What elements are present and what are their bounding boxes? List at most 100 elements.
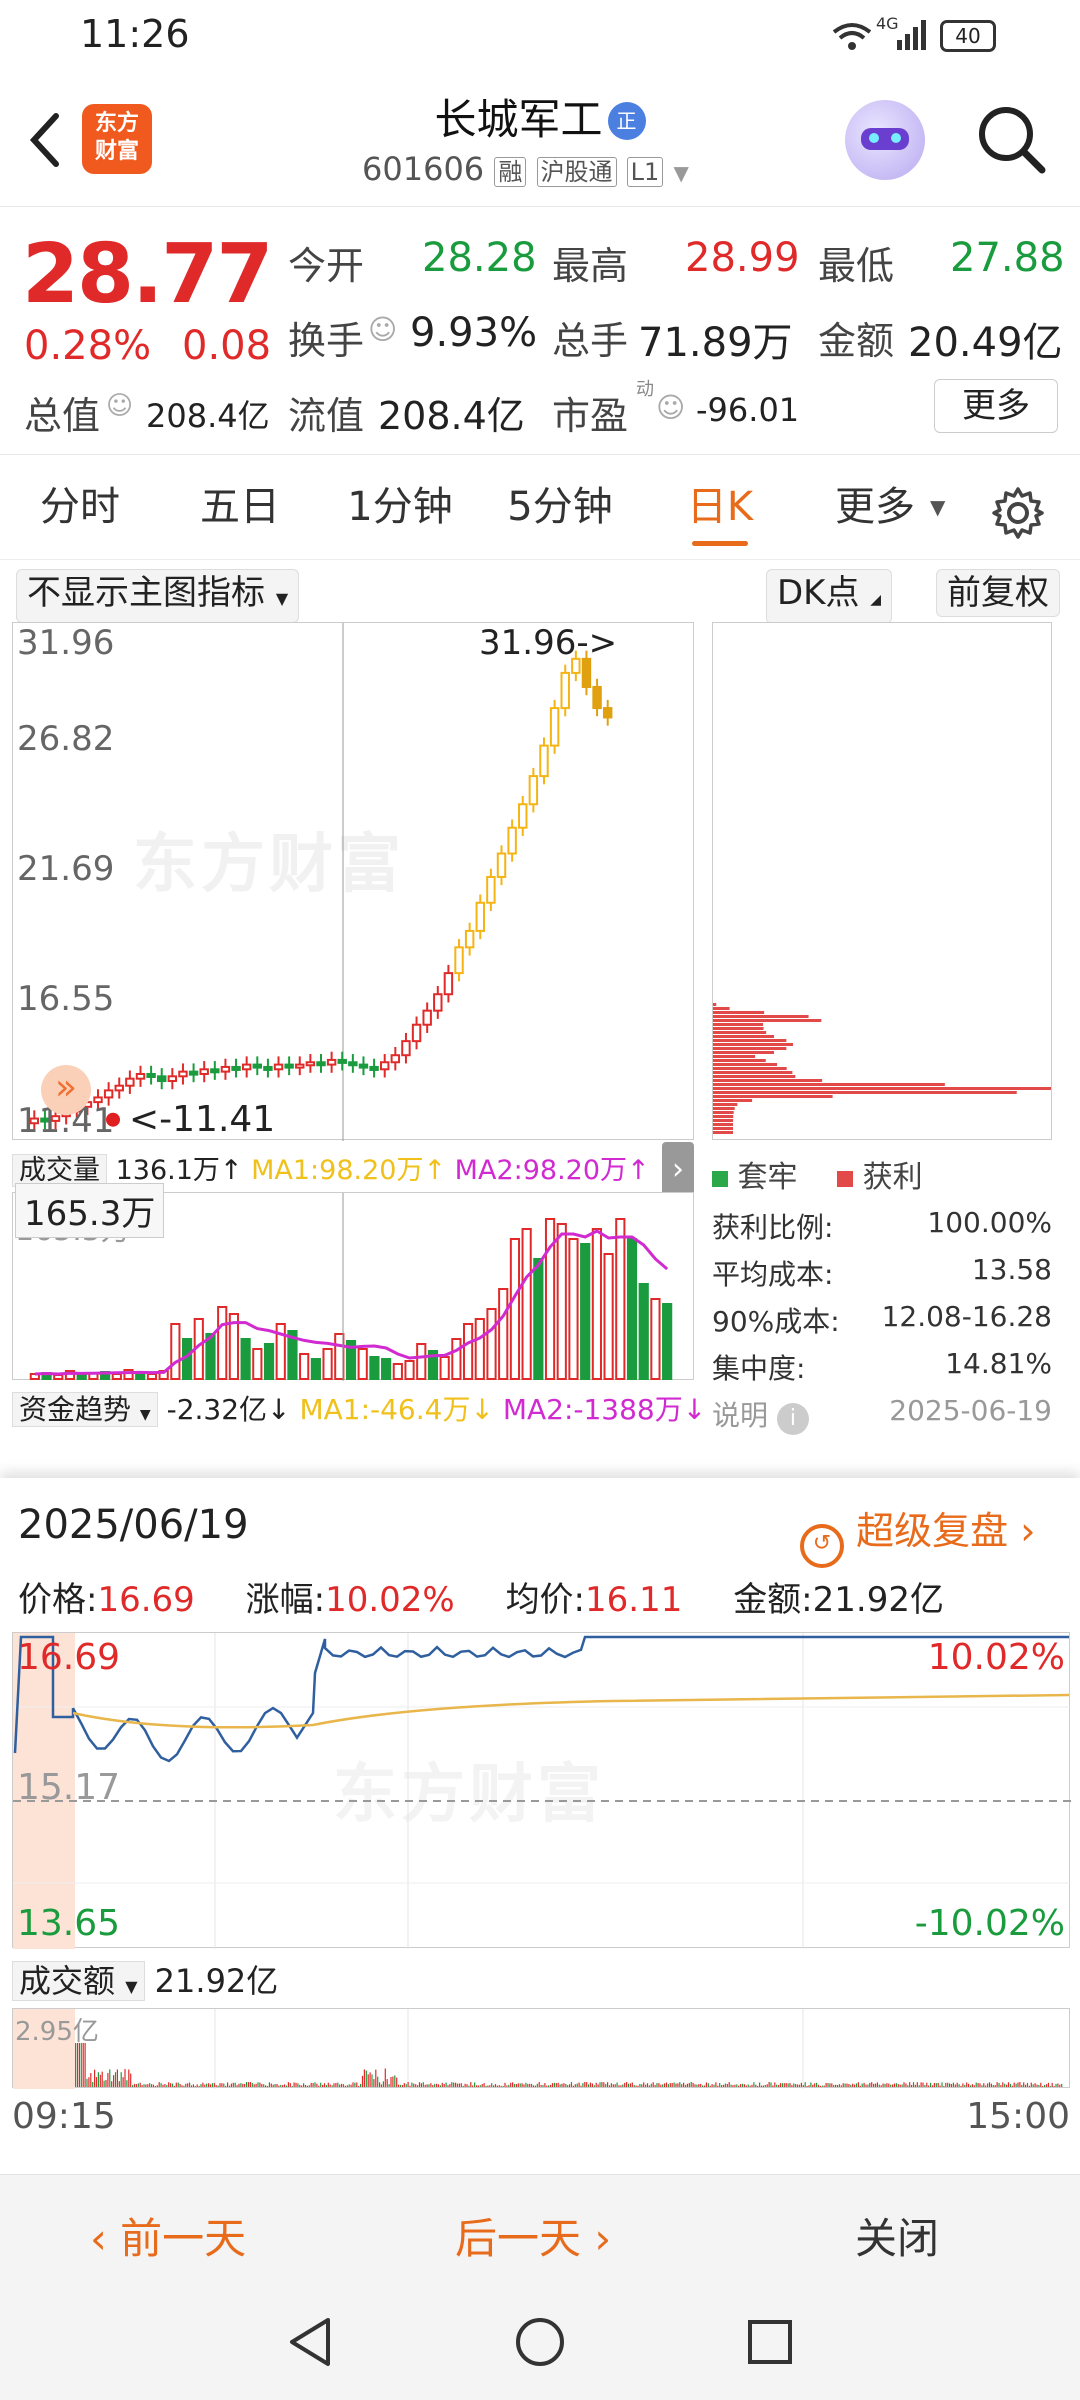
turnover-bar: [83, 2043, 84, 2087]
turnover-bar: [145, 2084, 146, 2087]
turnover-info-icon[interactable]: ☺: [368, 313, 397, 346]
back-icon[interactable]: [24, 110, 64, 170]
kline-chart[interactable]: 东方财富 31.96 26.82 21.69 16.55 11.41 31.96…: [12, 622, 694, 1140]
turnover-bar: [351, 2085, 352, 2087]
candle-body: [370, 1067, 377, 1070]
turnover-bar: [850, 2085, 851, 2087]
super-replay-label: 超级复盘: [856, 1509, 1008, 1553]
turnover-bar: [710, 2086, 711, 2087]
nav-recents-icon[interactable]: [742, 2314, 798, 2370]
turnover-bar: [466, 2084, 467, 2087]
stock-title-block[interactable]: 长城军工 正: [360, 86, 720, 147]
turnover-bar: [694, 2084, 695, 2087]
turnover-bar: [649, 2085, 650, 2087]
tab-more-caret-icon[interactable]: ▼: [930, 495, 945, 519]
capital-select-label: 资金趋势: [19, 1393, 131, 1426]
chip-note-row[interactable]: 说明 i 2025-06-19: [712, 1394, 1052, 1441]
eastmoney-logo[interactable]: 东方 财富: [82, 104, 152, 174]
tab-five-day[interactable]: 五日: [180, 455, 300, 560]
tab-intraday[interactable]: 分时: [20, 455, 140, 560]
time-start: 09:15: [12, 2096, 116, 2137]
volume-bar: [312, 1359, 320, 1379]
turnover-bar: [142, 2085, 143, 2087]
turnover-bar: [966, 2082, 967, 2087]
close-button[interactable]: 关闭: [855, 2205, 939, 2266]
tab-daily-k[interactable]: 日K: [660, 455, 780, 560]
turnover-bar: [1010, 2084, 1011, 2087]
turnover-bar: [354, 2083, 355, 2087]
turnover-bar: [328, 2083, 329, 2087]
intraday-chart[interactable]: 东方财富 16.69 15.17 13.65 10.02% -10.02%: [12, 1632, 1070, 1948]
turnover-bar: [719, 2083, 720, 2087]
turnover-bar: [544, 2083, 545, 2087]
volume-bar: [523, 1229, 531, 1379]
dk-point-button[interactable]: DK点 ◢: [766, 569, 892, 624]
expand-right-icon[interactable]: ›: [662, 1142, 694, 1198]
expand-left-icon[interactable]: »: [41, 1065, 91, 1115]
volume-ma1: MA1:98.20万↑: [251, 1155, 446, 1186]
turnover-bar: [812, 2085, 813, 2087]
turnover-bar: [539, 2082, 540, 2087]
turnover-bar: [611, 2083, 612, 2087]
turnover-bar: [786, 2083, 787, 2087]
chip-bar: [713, 1131, 733, 1134]
turnover-bar: [520, 2083, 521, 2087]
turnover-bar: [609, 2085, 610, 2087]
turnover-bar: [877, 2082, 878, 2087]
caret-icon: ▼: [140, 1407, 151, 1423]
turnover-bar: [292, 2086, 293, 2087]
volume-bar: [323, 1349, 331, 1379]
super-replay-link[interactable]: ↺ 超级复盘 ›: [800, 1500, 1035, 1568]
volume-bar: [171, 1324, 179, 1379]
turnover-bar: [284, 2084, 285, 2087]
tab-more[interactable]: 更多: [820, 455, 930, 560]
system-nav-bar: [0, 2284, 1080, 2400]
turnover-bar: [390, 2077, 391, 2087]
info-icon[interactable]: i: [777, 1403, 809, 1435]
assistant-avatar[interactable]: [845, 100, 925, 180]
turnover-bar: [974, 2085, 975, 2087]
main-indicator-select[interactable]: 不显示主图指标 ▼: [16, 569, 299, 623]
turnover-bar: [750, 2086, 751, 2087]
turnover-bar: [406, 2084, 407, 2087]
next-day-button[interactable]: 后一天 ›: [455, 2205, 611, 2266]
volume-bar: [382, 1359, 390, 1379]
turnover-bar: [736, 2084, 737, 2087]
turnover-bar: [200, 2084, 201, 2087]
settings-gear-icon[interactable]: [990, 485, 1046, 541]
turnover-bar: [199, 2086, 200, 2087]
search-icon[interactable]: [976, 104, 1048, 176]
turnover-bar: [478, 2085, 479, 2087]
turnover-value: 21.92亿: [155, 1962, 279, 2000]
turnover-bar: [457, 2084, 458, 2087]
turnover-bar: [166, 2085, 167, 2087]
pe-info-icon[interactable]: ☺: [656, 391, 685, 424]
turnover-bar: [98, 2072, 99, 2087]
turnover-bar: [178, 2083, 179, 2087]
turnover-bar: [75, 2043, 76, 2087]
turnover-bar: [409, 2086, 410, 2087]
capital-select[interactable]: 资金趋势 ▼: [12, 1392, 158, 1427]
popup-date: 2025/06/19: [18, 1502, 249, 1548]
nav-back-icon[interactable]: [282, 2314, 338, 2370]
kline-candles: [13, 623, 695, 1141]
turnover-bar: [400, 2085, 401, 2087]
turnover-bar: [588, 2084, 589, 2087]
chip-bar: [713, 1111, 734, 1114]
chip-bar: [713, 1067, 787, 1070]
turnover-select[interactable]: 成交额 ▼: [12, 1961, 145, 2001]
turnover-bar: [698, 2084, 699, 2087]
adjust-select[interactable]: 前复权: [936, 569, 1060, 617]
chip-stats: 获利比例: 100.00% 平均成本: 13.58 90%成本: 12.08-16.2…: [712, 1206, 1052, 1441]
prev-day-button[interactable]: ‹ 前一天: [90, 2205, 246, 2266]
more-button[interactable]: 更多: [934, 379, 1058, 433]
candle-body: [583, 659, 590, 687]
tab-1min[interactable]: 1分钟: [330, 455, 470, 560]
tab-5min[interactable]: 5分钟: [490, 455, 630, 560]
intraday-popup: 2025/06/19 ↺ 超级复盘 › 价格:16.69 涨幅:10.02% 均…: [0, 1478, 1080, 2174]
info-icon[interactable]: ☺: [106, 391, 133, 421]
dropdown-caret-icon[interactable]: ▼: [673, 161, 688, 185]
chip-bar: [713, 1051, 774, 1054]
turnover-bar: [983, 2083, 984, 2087]
nav-home-icon[interactable]: [512, 2314, 568, 2370]
